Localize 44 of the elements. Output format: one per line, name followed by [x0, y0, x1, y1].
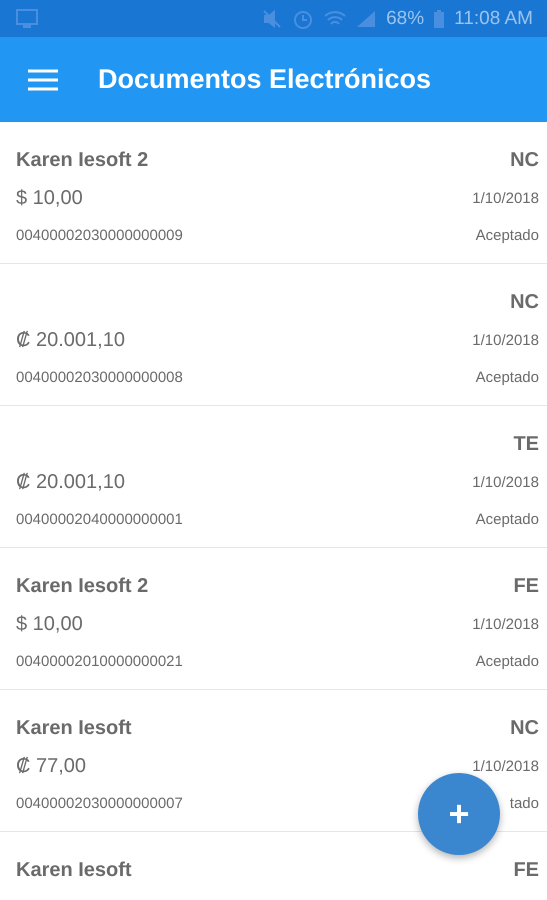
- menu-icon[interactable]: [28, 68, 58, 90]
- document-number: 00400002040000000001: [16, 510, 183, 528]
- document-type: NC: [510, 290, 539, 314]
- document-number: 00400002030000000008: [16, 368, 183, 386]
- customer-name: Karen Iesoft 2: [16, 148, 148, 172]
- document-date: 1/10/2018: [472, 758, 539, 774]
- document-row[interactable]: Karen Iesoft 2 NC $ 10,00 1/10/2018 00400002030000000009 Aceptado: [0, 122, 547, 264]
- amount: $ 10,00: [16, 186, 83, 210]
- customer-name: Karen Iesoft: [16, 716, 132, 740]
- customer-name: Karen Iesoft 2: [16, 574, 148, 598]
- document-status: Aceptado: [476, 226, 539, 244]
- clock: 11:08 AM: [454, 8, 533, 30]
- amount: $ 10,00: [16, 612, 83, 636]
- battery-level: 68%: [386, 8, 424, 30]
- document-row[interactable]: Karen Iesoft 2 FE $ 10,00 1/10/2018 00400002010000000021 Aceptado: [0, 548, 547, 690]
- document-date: 1/10/2018: [472, 190, 539, 206]
- document-type: FE: [513, 858, 539, 882]
- amount: ₡ 20.001,10: [16, 470, 125, 494]
- customer-name: Karen Iesoft: [16, 858, 132, 882]
- screen-icon: [16, 8, 38, 28]
- document-number: 00400002030000000007: [16, 794, 183, 812]
- document-type: NC: [510, 716, 539, 740]
- document-date: 1/10/2018: [472, 332, 539, 348]
- mute-icon: [262, 8, 282, 28]
- wifi-icon: [324, 10, 346, 28]
- battery-icon: [434, 10, 444, 28]
- document-status: Aceptado: [476, 652, 539, 670]
- signal-icon: [356, 10, 376, 28]
- document-status: Aceptado: [476, 510, 539, 528]
- app-title: Documentos Electrónicos: [98, 64, 432, 95]
- amount: ₡ 20.001,10: [16, 328, 125, 352]
- document-date: 1/10/2018: [472, 616, 539, 632]
- document-status: Aceptado: [476, 368, 539, 386]
- add-button[interactable]: +: [418, 773, 500, 855]
- document-date: 1/10/2018: [472, 474, 539, 490]
- document-row[interactable]: TE ₡ 20.001,10 1/10/2018 00400002040000000001 Aceptado: [0, 406, 547, 548]
- document-row[interactable]: NC ₡ 20.001,10 1/10/2018 00400002030000000008 Aceptado: [0, 264, 547, 406]
- document-number: 00400002010000000021: [16, 652, 183, 670]
- document-status: tado: [510, 794, 539, 812]
- document-type: NC: [510, 148, 539, 172]
- document-type: TE: [513, 432, 539, 456]
- document-number: 00400002030000000009: [16, 226, 183, 244]
- amount: ₡ 77,00: [16, 754, 86, 778]
- document-type: FE: [513, 574, 539, 598]
